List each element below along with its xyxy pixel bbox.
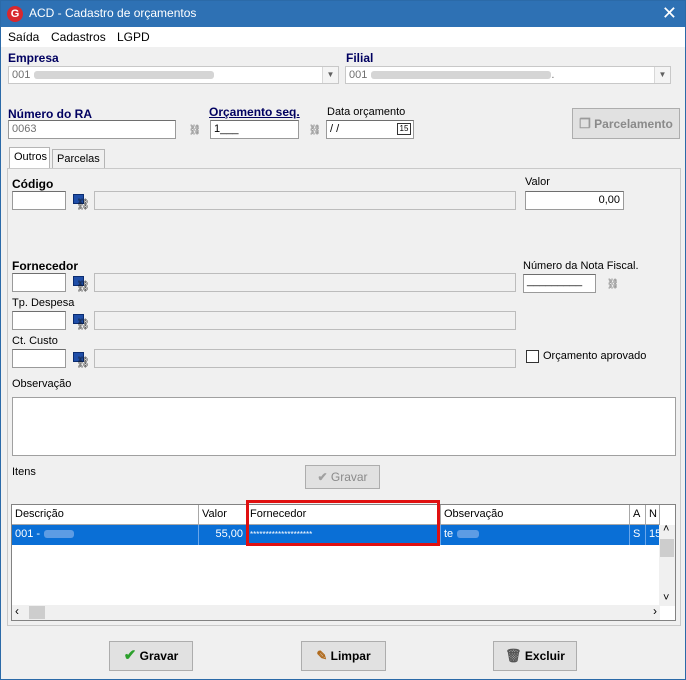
gravar-itens-label: Gravar <box>330 470 368 484</box>
fornecedor-label: Fornecedor <box>12 259 79 273</box>
menu-lgpd[interactable]: LGPD <box>117 30 150 44</box>
codigo-description <box>94 191 516 210</box>
codigo-input[interactable] <box>12 191 66 210</box>
data-orcamento-label: Data orçamento <box>327 106 406 118</box>
cell-a: S <box>630 525 646 545</box>
copy-icon: ❐ <box>579 116 591 131</box>
observacao-redacted <box>457 530 480 539</box>
filial-label: Filial <box>346 51 374 65</box>
parcelamento-button[interactable]: ❐ Parcelamento <box>572 108 680 139</box>
filial-select[interactable]: 001. ▼ <box>345 66 671 84</box>
ct-custo-label: Ct. Custo <box>12 335 58 347</box>
horizontal-scrollbar[interactable]: ‹ › <box>12 604 660 620</box>
horizontal-scroll-thumb[interactable] <box>29 606 45 619</box>
chevron-down-icon[interactable]: ▼ <box>654 67 670 83</box>
menu-saida[interactable]: Saída <box>8 30 39 44</box>
column-header-observacao[interactable]: Observação <box>441 505 630 525</box>
nota-fiscal-input[interactable]: _________ <box>523 274 596 293</box>
chevron-down-icon[interactable]: ▼ <box>322 67 338 83</box>
column-header-n[interactable]: N <box>646 505 660 525</box>
data-orcamento-input[interactable]: / / 15 <box>326 120 414 139</box>
observacao-label: Observação <box>12 378 72 390</box>
ct-custo-input[interactable] <box>12 349 66 368</box>
app-logo-icon: G <box>7 6 23 22</box>
gravar-label: Gravar <box>139 649 179 663</box>
lookup-binoculars-icon[interactable]: ⛓ <box>73 276 91 293</box>
observacao-textarea[interactable] <box>12 397 676 456</box>
valor-input[interactable]: 0,00 <box>525 191 624 210</box>
orcamento-seq-input[interactable]: 1___ <box>210 120 299 139</box>
tp-despesa-description <box>94 311 516 330</box>
scroll-down-icon[interactable]: ˅ <box>663 592 669 604</box>
cell-valor: 55,00 <box>199 525 247 545</box>
lookup-binoculars-icon[interactable]: ⛓ <box>73 194 91 211</box>
parcelamento-label: Parcelamento <box>594 117 673 131</box>
lookup-binoculars-icon[interactable]: ⛓ <box>73 352 91 369</box>
column-header-a[interactable]: A <box>630 505 646 525</box>
cell-observacao: te <box>441 525 630 545</box>
checkmark-icon: ✔ <box>123 647 137 664</box>
excluir-label: Excluir <box>524 649 565 663</box>
fornecedor-input[interactable] <box>12 273 66 292</box>
empresa-select[interactable]: 001 ▼ <box>8 66 339 84</box>
checkmark-icon: ✔ <box>317 470 328 484</box>
nota-fiscal-label: Número da Nota Fiscal. <box>523 260 639 272</box>
orcamento-seq-label: Orçamento seq. <box>209 105 300 119</box>
cell-descricao-text: 001 - <box>15 528 41 540</box>
limpar-label: Limpar <box>330 649 371 663</box>
limpar-button[interactable]: ✎ Limpar <box>301 641 386 671</box>
orcamento-aprovado-label: Orçamento aprovado <box>543 350 647 362</box>
title-bar: G ACD - Cadastro de orçamentos ✕ <box>1 1 685 27</box>
column-header-valor[interactable]: Valor <box>199 505 247 525</box>
trash-icon: 🗑 <box>505 648 522 663</box>
numero-ra-label: Número do RA <box>8 107 92 121</box>
orcamento-aprovado-checkbox[interactable] <box>526 350 539 363</box>
close-icon[interactable]: ✕ <box>662 3 677 24</box>
menu-cadastros[interactable]: Cadastros <box>51 30 106 44</box>
filial-name-redacted <box>371 71 552 80</box>
menu-bar: Saída Cadastros LGPD <box>1 27 685 47</box>
lookup-binoculars-icon[interactable]: ⛓ <box>73 314 91 331</box>
ct-custo-description <box>94 349 516 368</box>
gravar-button[interactable]: ✔ Gravar <box>109 641 193 671</box>
fornecedor-description <box>94 273 516 292</box>
fornecedor-column-highlight <box>246 500 440 546</box>
scroll-right-icon[interactable]: › <box>653 604 657 618</box>
empresa-value: 001 <box>12 69 31 81</box>
descricao-redacted <box>44 530 75 539</box>
column-header-descricao[interactable]: Descrição <box>12 505 199 525</box>
tp-despesa-label: Tp. Despesa <box>12 297 75 309</box>
valor-label: Valor <box>525 176 550 188</box>
cell-descricao: 001 - <box>12 525 199 545</box>
vertical-scrollbar[interactable]: ˄ ˅ <box>659 523 675 606</box>
codigo-label: Código <box>12 177 54 191</box>
binoculars-icon[interactable]: ⛓ <box>606 278 620 292</box>
gravar-itens-button[interactable]: ✔ Gravar <box>305 465 380 489</box>
filial-value: 001 <box>349 69 368 81</box>
cell-n: 15 <box>646 525 660 545</box>
vertical-scroll-thumb[interactable] <box>660 539 674 557</box>
scroll-up-icon[interactable]: ˄ <box>663 523 669 535</box>
window-title: ACD - Cadastro de orçamentos <box>29 6 197 20</box>
itens-label: Itens <box>12 466 36 478</box>
data-orcamento-value: / / <box>330 123 340 135</box>
tab-outros[interactable]: Outros <box>9 147 50 169</box>
binoculars-icon[interactable]: ⛓ <box>308 124 322 138</box>
empresa-name-redacted <box>34 71 215 80</box>
eraser-icon: ✎ <box>316 648 328 663</box>
binoculars-icon[interactable]: ⛓ <box>188 124 202 138</box>
numero-ra-input[interactable]: 0063 <box>8 120 176 139</box>
scroll-left-icon[interactable]: ‹ <box>15 604 19 618</box>
app-window: G ACD - Cadastro de orçamentos ✕ Saída C… <box>0 0 686 680</box>
excluir-button[interactable]: 🗑 Excluir <box>493 641 577 671</box>
empresa-label: Empresa <box>8 51 59 65</box>
cell-observacao-text: te <box>444 528 454 540</box>
filial-suffix: . <box>551 69 555 81</box>
calendar-icon[interactable]: 15 <box>397 123 411 135</box>
tp-despesa-input[interactable] <box>12 311 66 330</box>
tab-parcelas[interactable]: Parcelas <box>52 149 105 169</box>
